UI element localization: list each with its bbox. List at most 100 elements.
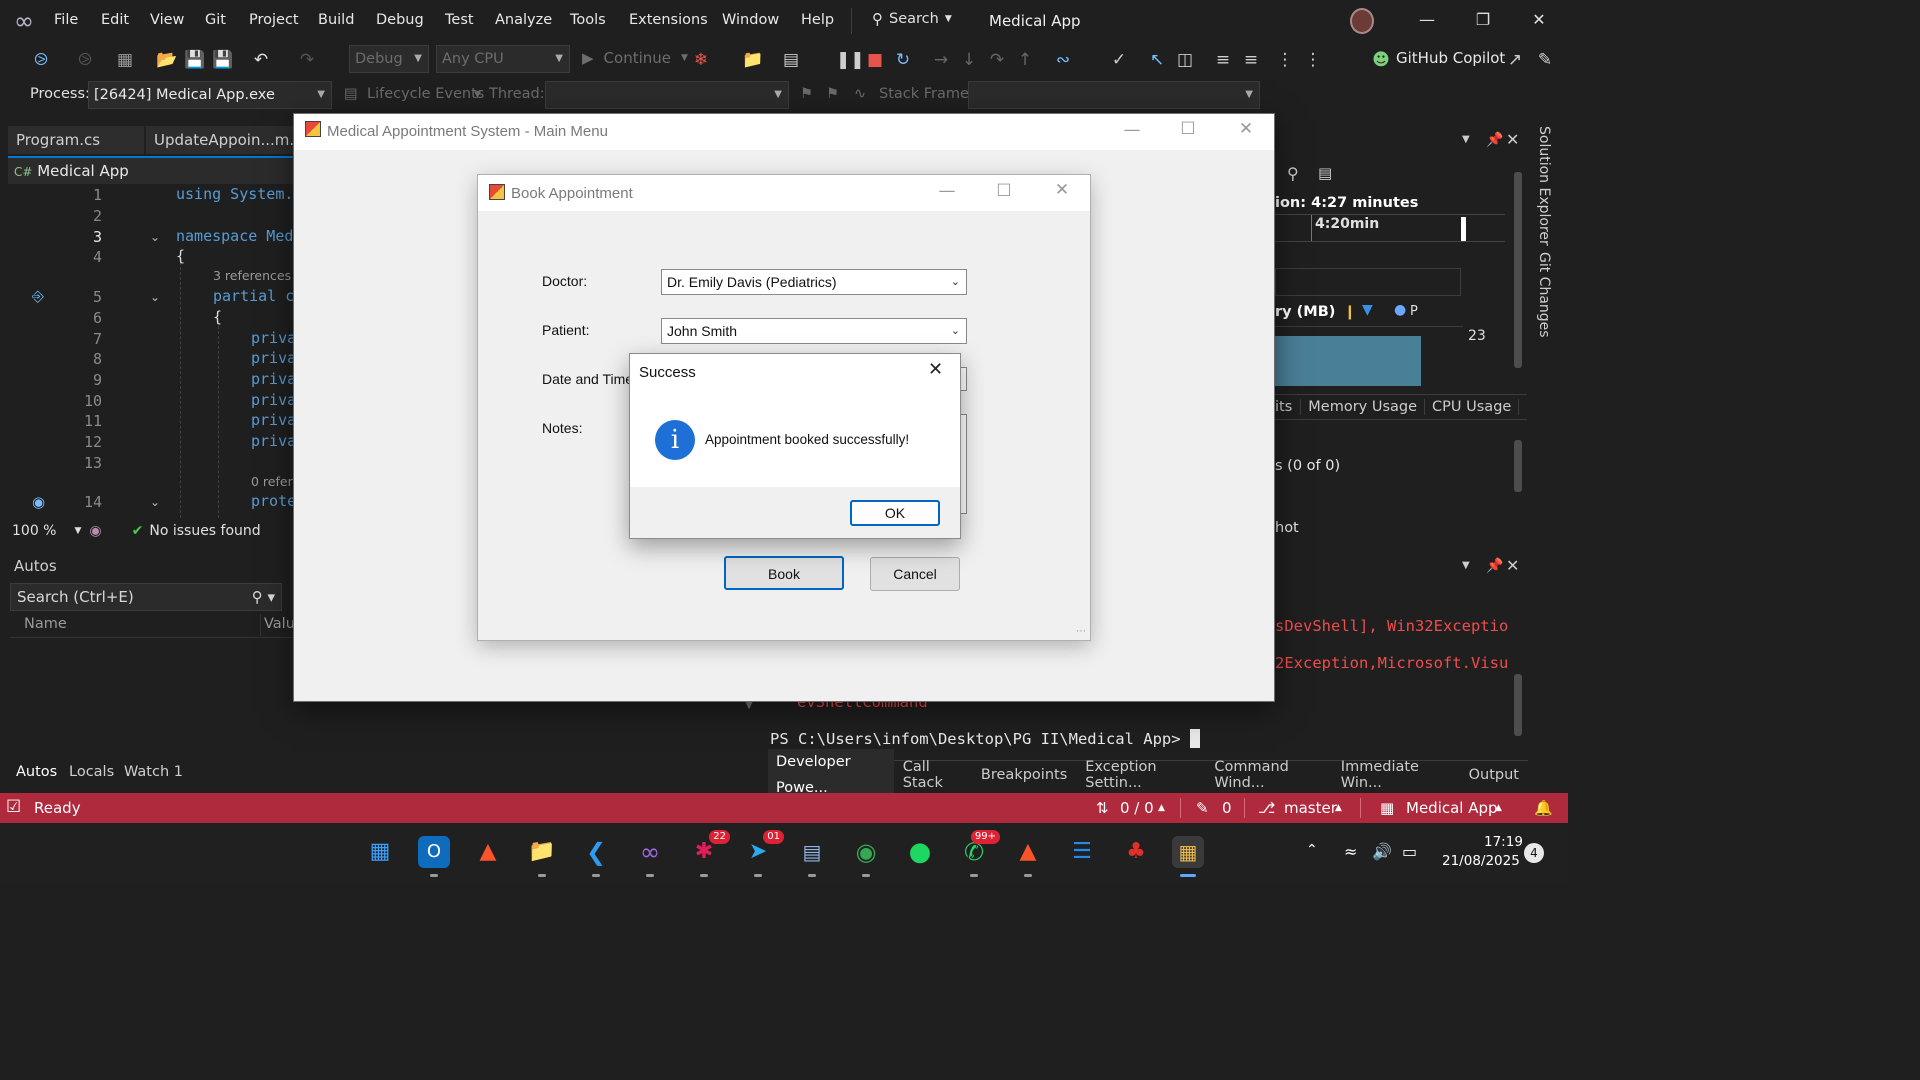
override-icon[interactable]: ◉ bbox=[32, 493, 45, 511]
menu-tools[interactable]: Tools bbox=[570, 12, 606, 28]
menu-analyze[interactable]: Analyze bbox=[495, 12, 552, 28]
spotify-icon[interactable]: ● bbox=[904, 836, 936, 868]
autos-scrollbar[interactable]: ▼ bbox=[742, 700, 756, 756]
autos-search-input[interactable]: Search (Ctrl+E) ⚲ ▾ bbox=[10, 583, 282, 611]
tab-immediate-window[interactable]: Immediate Win... bbox=[1332, 759, 1454, 791]
zoom-level[interactable]: 100 % bbox=[12, 523, 56, 539]
brave-browser-icon[interactable]: ▲ bbox=[472, 836, 504, 868]
column-value[interactable]: Valu bbox=[264, 616, 295, 632]
menu-extensions[interactable]: Extensions bbox=[629, 12, 708, 28]
book-button[interactable]: Book bbox=[724, 556, 844, 590]
new-item-icon[interactable]: ▦ bbox=[114, 49, 136, 71]
volume-icon[interactable]: 🔊 bbox=[1372, 842, 1392, 861]
whatsapp-icon[interactable]: ✆ 99+ bbox=[958, 830, 1000, 877]
platform-dropdown[interactable]: Any CPU ▼ bbox=[436, 45, 570, 73]
scroll-thumb[interactable] bbox=[1514, 440, 1522, 492]
terminal-scrollbar[interactable] bbox=[1510, 618, 1526, 758]
diagnostics-icon[interactable]: ∾ bbox=[1052, 49, 1074, 71]
tab-command-window[interactable]: Command Wind... bbox=[1205, 759, 1331, 791]
doctor-select[interactable]: Dr. Emily Davis (Pediatrics) ⌄ bbox=[661, 269, 967, 295]
pause-icon[interactable]: ❚❚ bbox=[836, 49, 865, 71]
save-icon[interactable]: 💾 bbox=[184, 49, 206, 71]
clock-date[interactable]: 21/08/2025 bbox=[1442, 853, 1520, 869]
menu-git[interactable]: Git bbox=[205, 12, 226, 28]
lifecycle-events-button[interactable]: Lifecycle Events bbox=[367, 86, 484, 102]
thread-dropdown[interactable]: ▼ bbox=[545, 81, 789, 109]
share-icon[interactable]: ↗ bbox=[1504, 49, 1526, 71]
browse-folder-icon[interactable]: 📁 bbox=[742, 49, 764, 71]
zoom-in-icon[interactable]: ⚲ bbox=[1287, 164, 1299, 183]
remote-desktop-icon[interactable]: ▤ bbox=[796, 836, 828, 877]
open-folder-icon[interactable]: 📂 bbox=[156, 49, 178, 71]
maximize-button[interactable]: ❐ bbox=[1460, 6, 1506, 34]
visual-studio-logo-icon[interactable]: ∞ bbox=[14, 8, 40, 34]
panel-options-icon[interactable]: ▼ bbox=[1462, 560, 1470, 571]
flag-all-icon[interactable]: ⚑ bbox=[826, 86, 839, 102]
code-lens-references[interactable]: 3 references bbox=[213, 268, 291, 283]
start-windows-icon[interactable]: ▦ bbox=[364, 836, 396, 868]
pin-icon[interactable]: 📌 bbox=[1486, 558, 1503, 574]
wifi-icon[interactable]: ≈ bbox=[1344, 842, 1357, 861]
maximize-button[interactable]: ☐ bbox=[984, 181, 1024, 201]
back-nav-icon[interactable]: ⧁ bbox=[30, 49, 52, 71]
tab-memory-usage[interactable]: Memory Usage bbox=[1301, 399, 1426, 415]
outdent-icon[interactable]: ≡ bbox=[1240, 49, 1262, 71]
terminal-prompt-line[interactable]: PS C:\Users\infom\Desktop\PG II\Medical … bbox=[770, 729, 1200, 748]
menu-window[interactable]: Window bbox=[722, 12, 779, 28]
close-panel-icon[interactable]: ✕ bbox=[1506, 130, 1519, 149]
notification-count[interactable]: 4 bbox=[1524, 843, 1544, 863]
spell-check-icon[interactable]: ✓ bbox=[1108, 49, 1130, 71]
tab-locals[interactable]: Locals bbox=[69, 764, 114, 780]
step-over-icon[interactable]: ↷ bbox=[986, 49, 1008, 71]
tab-git-changes[interactable]: Git Changes bbox=[1536, 252, 1552, 338]
repository-name[interactable]: Medical App bbox=[1406, 799, 1498, 817]
tab-watch-1[interactable]: Watch 1 bbox=[124, 764, 183, 780]
telegram-icon[interactable]: ➤ 01 bbox=[742, 830, 784, 877]
scroll-thumb[interactable] bbox=[1514, 674, 1522, 736]
implementation-icon[interactable]: ⎆ bbox=[32, 287, 44, 305]
visual-studio-icon[interactable]: ∞ bbox=[634, 836, 666, 877]
toolbar-overflow-icon[interactable]: ⋮ bbox=[1302, 49, 1324, 71]
forward-nav-icon[interactable]: ⧁ bbox=[74, 49, 96, 71]
toolbar-overflow-icon[interactable]: ⋮ bbox=[1274, 49, 1296, 71]
menu-debug[interactable]: Debug bbox=[376, 12, 424, 28]
step-into-icon[interactable]: ↓ bbox=[958, 49, 980, 71]
scroll-thumb[interactable] bbox=[1514, 172, 1522, 368]
hot-reload-icon[interactable]: ❄ bbox=[690, 49, 712, 71]
chevron-up-icon[interactable]: ⌃ bbox=[1306, 842, 1318, 858]
ok-button[interactable]: OK bbox=[850, 500, 940, 526]
graph-icon[interactable]: ▤ bbox=[1318, 164, 1332, 182]
close-button[interactable]: ✕ bbox=[1226, 119, 1266, 139]
stop-icon[interactable]: ■ bbox=[864, 49, 886, 71]
cursor-icon[interactable]: ↖ bbox=[1146, 49, 1168, 71]
menu-edit[interactable]: Edit bbox=[101, 12, 129, 28]
account-avatar[interactable] bbox=[1350, 8, 1374, 34]
tab-program-cs[interactable]: Program.cs bbox=[8, 126, 144, 154]
chrome-icon[interactable]: ◉ bbox=[850, 836, 882, 877]
tab-call-stack[interactable]: Call Stack bbox=[894, 759, 972, 791]
tab-output[interactable]: Output bbox=[1454, 767, 1528, 783]
tab-cpu-usage[interactable]: CPU Usage bbox=[1425, 399, 1520, 415]
resize-grip-icon[interactable]: ⋯ bbox=[1076, 626, 1086, 637]
undo-icon[interactable]: ↶ bbox=[250, 49, 272, 71]
project-navigation-bar[interactable]: C# Medical App bbox=[8, 156, 294, 184]
stack-frame-dropdown[interactable]: ▼ bbox=[968, 81, 1260, 109]
search-button[interactable]: ⚲ Search ▼ bbox=[866, 6, 964, 32]
collapse-chevron-icon[interactable]: ⌄ bbox=[150, 230, 160, 244]
acrobat-icon[interactable]: ♣ bbox=[1120, 836, 1152, 868]
close-button[interactable]: ✕ bbox=[1042, 180, 1082, 200]
medical-app-taskbar-icon[interactable]: ▦ bbox=[1172, 836, 1204, 877]
columns-icon[interactable]: ◫ bbox=[1174, 49, 1196, 71]
vs-code-icon[interactable]: ❮ bbox=[580, 836, 612, 877]
process-dropdown[interactable]: [26424] Medical App.exe ▼ bbox=[88, 81, 332, 109]
minimize-button[interactable]: — bbox=[1404, 6, 1450, 34]
tab-autos[interactable]: Autos bbox=[16, 764, 57, 780]
redo-icon[interactable]: ↷ bbox=[296, 49, 318, 71]
menu-file[interactable]: File bbox=[54, 12, 78, 28]
layout-icon[interactable]: ▤ bbox=[780, 49, 802, 71]
copilot-icon[interactable]: ☻ bbox=[1370, 49, 1392, 71]
tab-update-appointment-form[interactable]: UpdateAppoin...m.De bbox=[146, 126, 315, 154]
copilot-label[interactable]: GitHub Copilot bbox=[1396, 49, 1505, 67]
diag-scrollbar-lower[interactable] bbox=[1510, 424, 1526, 540]
diag-scrollbar[interactable] bbox=[1510, 158, 1526, 384]
